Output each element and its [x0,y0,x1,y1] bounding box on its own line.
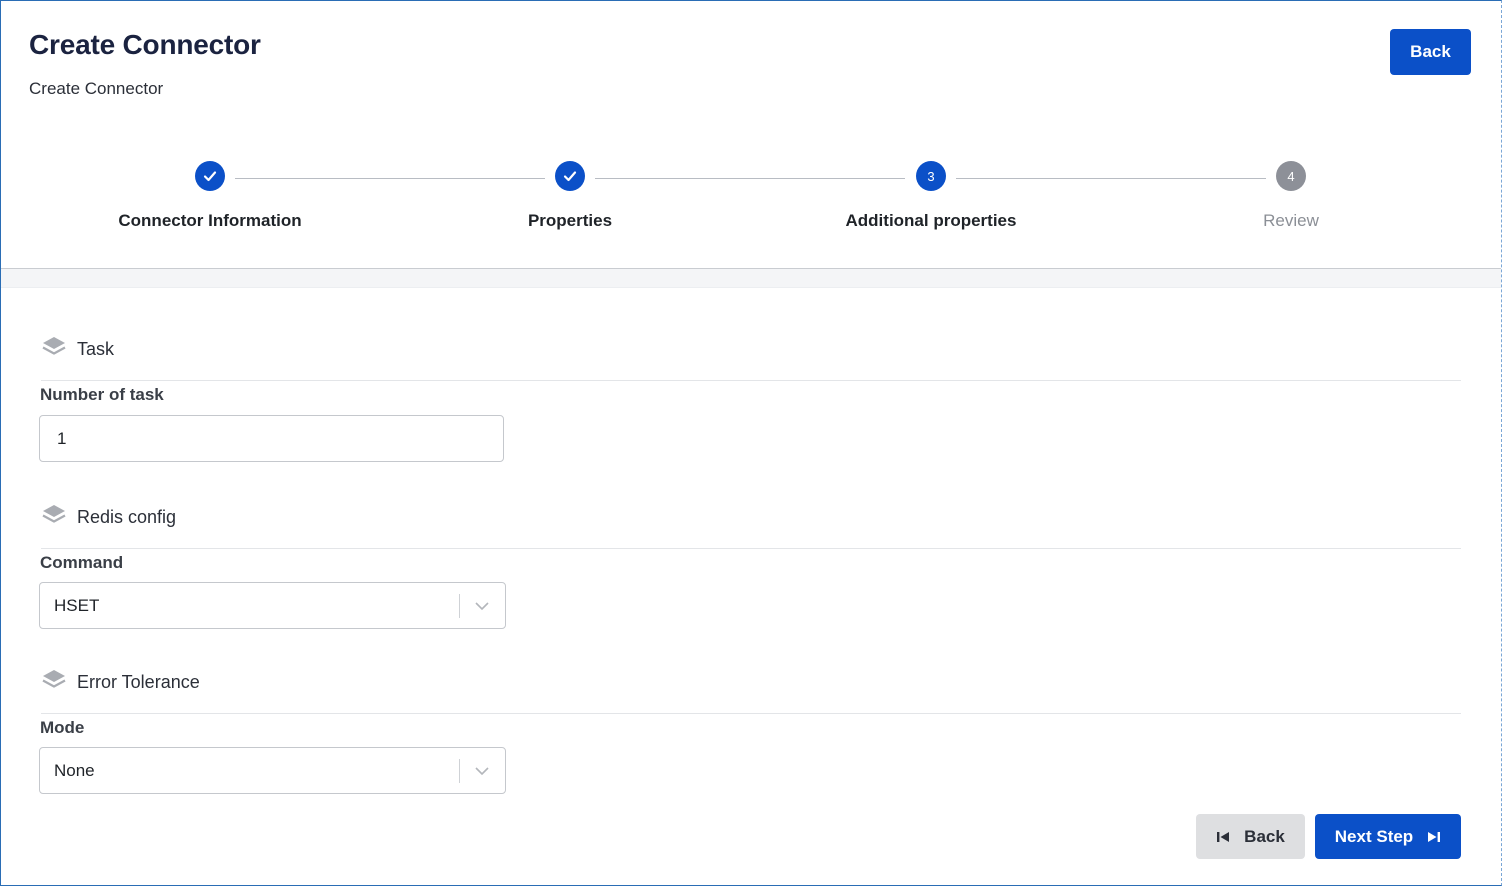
section-header-error-tolerance: Error Tolerance [41,667,1461,714]
next-step-label: Next Step [1334,826,1414,846]
command-select[interactable]: HSET [39,582,506,629]
section-title: Error Tolerance [77,672,200,692]
layers-icon [42,505,66,523]
step-review[interactable]: 4 Review [1161,161,1421,231]
step-connector-information[interactable]: Connector Information [80,161,340,231]
skip-forward-icon [1428,831,1441,842]
step-label: Connector Information [118,211,302,230]
app-frame: Create Connector Create Connector Back C… [0,0,1502,886]
number-of-task-label: Number of task [40,385,164,404]
check-icon [195,161,225,191]
command-selected-value: HSET [54,596,100,615]
layers-icon [42,337,66,355]
section-title: Redis config [77,507,177,527]
page-header: Create Connector Create Connector Back C… [1,1,1501,269]
step-additional-properties[interactable]: 3 Additional properties [801,161,1061,231]
footer-back-button[interactable]: Back [1196,814,1305,859]
check-icon [555,161,585,191]
step-label: Additional properties [845,211,1017,230]
select-separator [459,594,460,618]
number-of-task-input[interactable] [39,415,504,462]
section-title: Task [77,339,115,359]
step-properties[interactable]: Properties [440,161,700,231]
skip-back-icon [1217,831,1230,842]
select-separator [459,759,460,783]
section-header-redis-config: Redis config [41,502,1461,549]
step-label: Properties [527,211,613,230]
page-subtitle: Create Connector [29,79,164,98]
layers-icon [42,670,66,688]
step-number-badge: 4 [1276,161,1306,191]
step-number-badge: 3 [916,161,946,191]
header-divider-band [1,269,1501,288]
header-back-button[interactable]: Back [1390,29,1471,75]
mode-select[interactable]: None [39,747,506,794]
next-step-button[interactable]: Next Step [1315,814,1461,859]
chevron-down-icon[interactable] [474,598,490,614]
chevron-down-icon[interactable] [474,763,490,779]
mode-label: Mode [40,718,85,737]
footer-back-label: Back [1244,826,1285,846]
command-label: Command [40,553,124,572]
stepper: Connector Information Properties 3 Addit… [1,161,1501,241]
step-label: Review [1263,211,1319,230]
page-title: Create Connector [29,29,261,60]
section-header-task: Task [41,334,1461,381]
mode-selected-value: None [54,761,95,780]
